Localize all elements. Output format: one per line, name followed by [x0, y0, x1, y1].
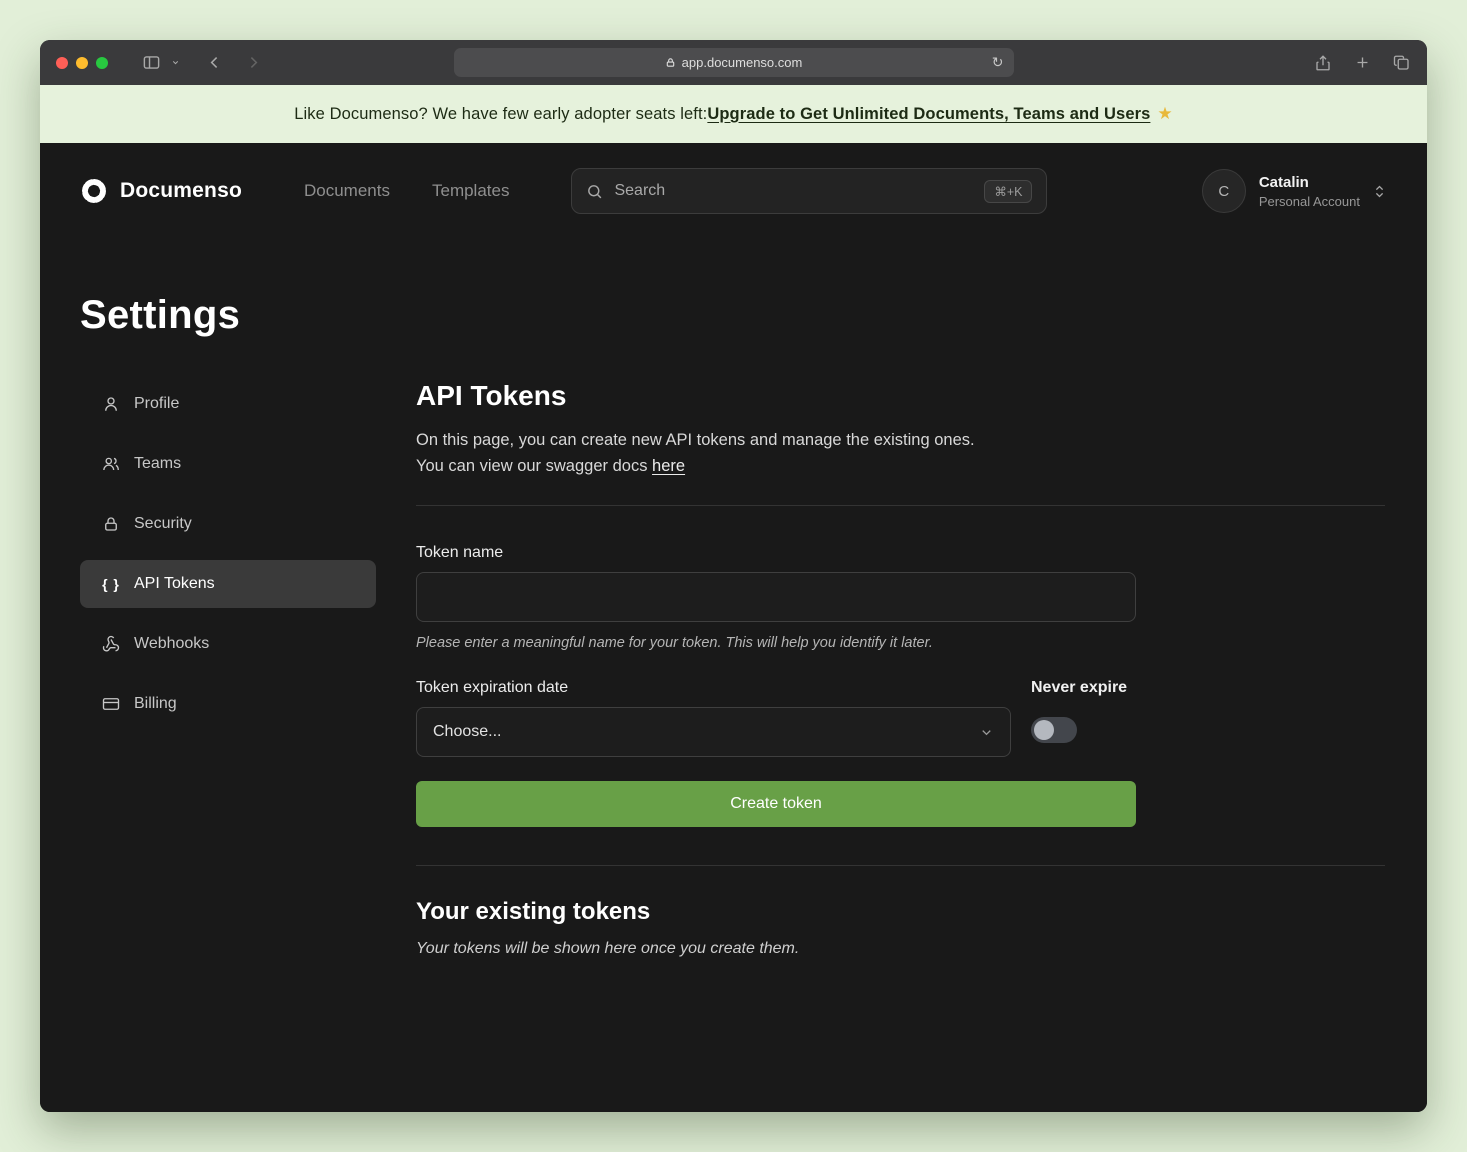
chevrons-up-down-icon [1372, 184, 1387, 199]
search-shortcut: ⌘+K [984, 180, 1032, 203]
description-line1: On this page, you can create new API tok… [416, 431, 975, 449]
divider [416, 865, 1385, 866]
documenso-logo-icon [80, 177, 108, 205]
sidebar-item-label: API Tokens [134, 575, 215, 593]
expiration-label: Token expiration date [416, 679, 1011, 697]
account-menu[interactable]: C Catalin Personal Account [1202, 169, 1387, 213]
brand-name: Documenso [120, 179, 242, 203]
account-name: Catalin [1259, 174, 1360, 191]
search-placeholder: Search [614, 182, 665, 200]
chevron-down-icon[interactable] [171, 58, 180, 67]
sidebar-item-profile[interactable]: Profile [80, 380, 376, 428]
user-icon [102, 395, 120, 413]
new-tab-icon[interactable] [1354, 54, 1371, 71]
sidebar-item-billing[interactable]: Billing [80, 680, 376, 728]
browser-toolbar: app.documenso.com ↻ [40, 40, 1427, 85]
promo-banner: Like Documenso? We have few early adopte… [40, 85, 1427, 143]
never-expire-toggle[interactable] [1031, 717, 1077, 743]
account-type: Personal Account [1259, 194, 1360, 209]
sidebar-item-label: Security [134, 515, 192, 533]
sidebar-toggle-icon[interactable] [142, 53, 161, 72]
swagger-docs-link[interactable]: here [652, 457, 685, 475]
browser-window: app.documenso.com ↻ Like Documenso? We h… [40, 40, 1427, 1112]
existing-tokens-empty-text: Your tokens will be shown here once you … [416, 940, 1385, 958]
traffic-lights [56, 57, 108, 69]
sidebar-item-webhooks[interactable]: Webhooks [80, 620, 376, 668]
nav-documents[interactable]: Documents [304, 181, 390, 201]
sidebar-item-api-tokens[interactable]: { } API Tokens [80, 560, 376, 608]
lock-icon [102, 515, 120, 533]
close-window-button[interactable] [56, 57, 68, 69]
chevron-down-icon [979, 725, 994, 740]
nav-templates[interactable]: Templates [432, 181, 509, 201]
upgrade-link[interactable]: Upgrade to Get Unlimited Documents, Team… [707, 105, 1150, 124]
expiration-selected-value: Choose... [433, 723, 501, 741]
token-name-input[interactable] [416, 572, 1136, 622]
app-header: Documenso Documents Templates Search ⌘+K… [40, 143, 1427, 239]
webhook-icon [102, 635, 120, 653]
back-icon[interactable] [206, 54, 223, 71]
search-input[interactable]: Search ⌘+K [571, 168, 1047, 214]
section-description: On this page, you can create new API tok… [416, 428, 1385, 479]
credit-card-icon [102, 695, 120, 713]
refresh-icon[interactable]: ↻ [992, 54, 1004, 71]
settings-sidebar: Profile Teams Security { } API Token [80, 380, 376, 728]
divider [416, 505, 1385, 506]
star-icon: ★ [1157, 104, 1172, 124]
braces-icon: { } [102, 576, 120, 592]
address-bar[interactable]: app.documenso.com ↻ [454, 48, 1014, 77]
api-tokens-panel: API Tokens On this page, you can create … [416, 380, 1385, 958]
app-area: Documenso Documents Templates Search ⌘+K… [40, 143, 1427, 1112]
main-nav: Documents Templates [304, 181, 509, 201]
tab-overview-icon[interactable] [1393, 54, 1411, 72]
create-token-button[interactable]: Create token [416, 781, 1136, 827]
sidebar-item-security[interactable]: Security [80, 500, 376, 548]
sidebar-item-teams[interactable]: Teams [80, 440, 376, 488]
never-expire-label: Never expire [1031, 679, 1127, 697]
existing-tokens-heading: Your existing tokens [416, 898, 1385, 926]
zoom-window-button[interactable] [96, 57, 108, 69]
expiration-select[interactable]: Choose... [416, 707, 1011, 757]
url-text: app.documenso.com [682, 55, 803, 70]
sidebar-item-label: Billing [134, 695, 177, 713]
description-line2: You can view our swagger docs [416, 457, 652, 475]
avatar: C [1202, 169, 1246, 213]
users-icon [102, 455, 120, 473]
sidebar-item-label: Teams [134, 455, 181, 473]
sidebar-item-label: Webhooks [134, 635, 209, 653]
sidebar-item-label: Profile [134, 395, 179, 413]
token-name-hint: Please enter a meaningful name for your … [416, 635, 1385, 651]
token-name-label: Token name [416, 544, 1385, 562]
minimize-window-button[interactable] [76, 57, 88, 69]
forward-icon[interactable] [245, 54, 262, 71]
search-icon [586, 183, 603, 200]
promo-text: Like Documenso? We have few early adopte… [294, 105, 707, 124]
page-title: Settings [80, 293, 1427, 338]
section-heading: API Tokens [416, 380, 1385, 412]
lock-icon [665, 57, 676, 68]
share-icon[interactable] [1314, 54, 1332, 72]
toggle-knob [1034, 720, 1054, 740]
brand-logo[interactable]: Documenso [80, 177, 242, 205]
